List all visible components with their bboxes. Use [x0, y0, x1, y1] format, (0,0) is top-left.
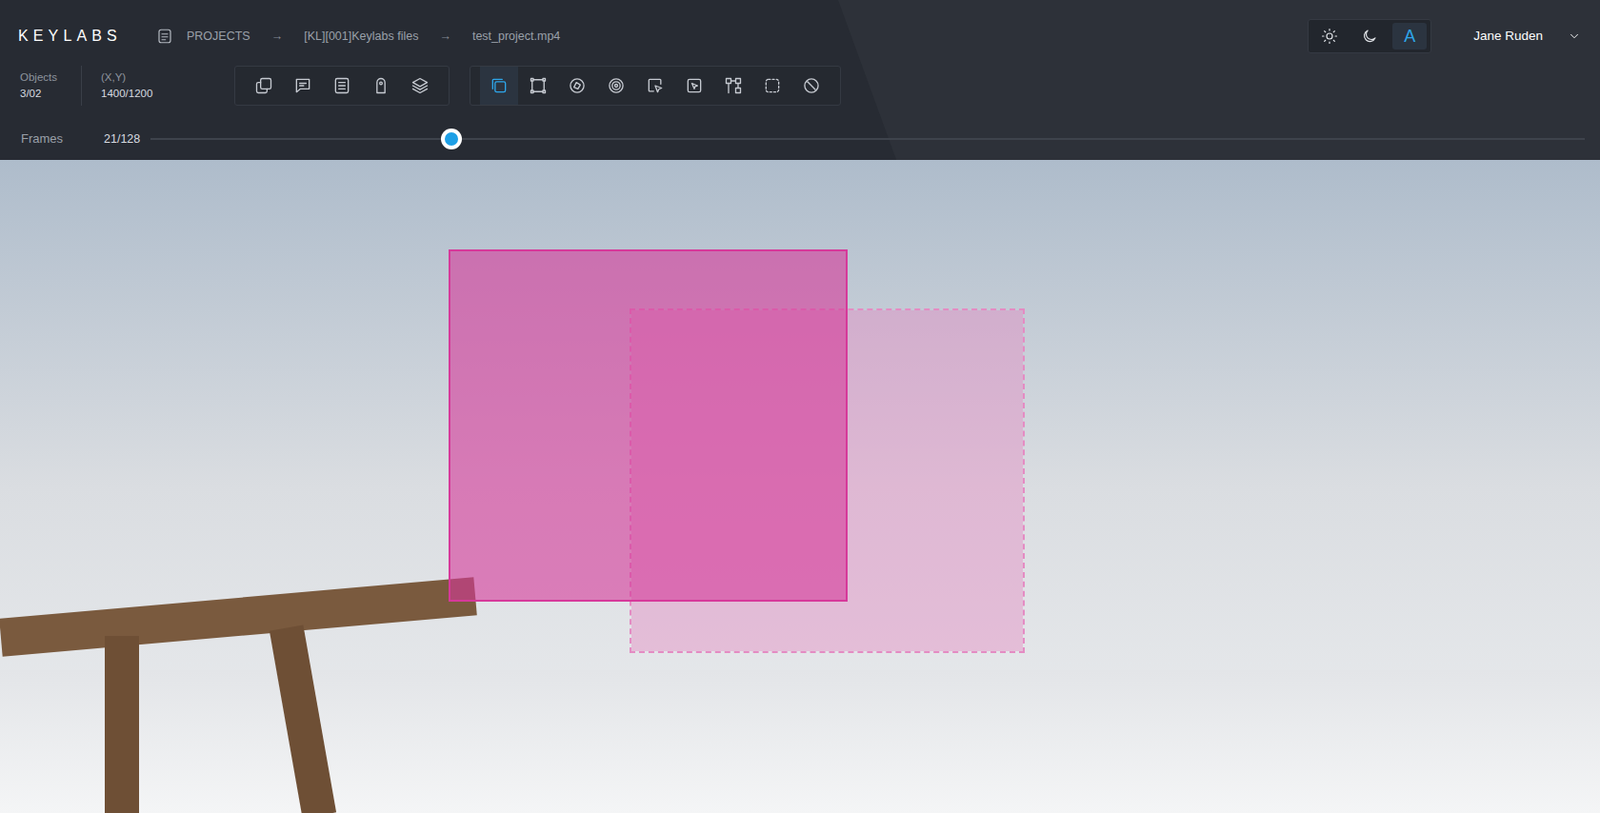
bounding-box[interactable]: [448, 249, 848, 602]
tool-button[interactable]: [480, 66, 519, 105]
frames-row: Frames21/128: [0, 120, 1600, 159]
stat-value: 1400/1200: [100, 88, 235, 100]
chevron-down-icon: [1567, 29, 1581, 43]
skeleton-icon: [723, 76, 743, 96]
bounding-box-fill: [450, 251, 846, 600]
pointer-icon: [645, 76, 665, 96]
tool-button[interactable]: [283, 66, 322, 105]
bbox-icon: [489, 76, 509, 96]
logo: KEYLABS: [18, 24, 157, 48]
tag-icon: [371, 76, 391, 96]
frames-slider[interactable]: [150, 138, 1585, 140]
layers-icon: [410, 76, 430, 96]
moon-icon: [1360, 27, 1379, 45]
comment-icon: [293, 76, 313, 96]
thumb-dot: [444, 132, 459, 146]
list-icon: [332, 76, 352, 96]
frames-label: Frames: [20, 129, 104, 149]
theme-auto-button[interactable]: A: [1392, 22, 1427, 50]
projects-icon: [156, 27, 174, 45]
breadcrumb-item[interactable]: PROJECTS: [186, 27, 251, 46]
tool-button[interactable]: [322, 66, 361, 105]
tool-button[interactable]: [400, 66, 440, 105]
tool-button[interactable]: [361, 66, 400, 105]
stat-value: 3/02: [20, 88, 81, 100]
wooden-rail: [0, 577, 478, 657]
tool-group: [469, 65, 841, 106]
tool-button[interactable]: [714, 66, 753, 105]
stat: (X,Y) 1400/1200: [81, 72, 235, 100]
user-menu[interactable]: Jane Ruden: [1473, 26, 1581, 46]
breadcrumb-separator: →: [431, 27, 460, 46]
tool-button[interactable]: [597, 66, 636, 105]
points-icon: [528, 76, 548, 96]
stat-label: (X,Y): [100, 72, 235, 84]
tool-button[interactable]: [244, 66, 283, 105]
sun-icon: [1320, 27, 1339, 45]
nav-row: KEYLABS PROJECTS → [KL][001]Keylabs files → t…: [0, 19, 1600, 54]
top-bar: KEYLABS PROJECTS → [KL][001]Keylabs files → t…: [0, 0, 1600, 160]
breadcrumb-separator: →: [263, 27, 292, 46]
dashed-icon: [762, 76, 782, 96]
theme-switcher: A: [1307, 19, 1432, 54]
video-frame[interactable]: [0, 160, 1600, 813]
theme-moon-button[interactable]: [1352, 22, 1387, 50]
frames-reading: 21/128: [103, 130, 151, 149]
toolbar-row: Objects 3/02 (X,Y) 1400/1200: [0, 65, 1600, 106]
breadcrumb: PROJECTS → [KL][001]Keylabs files → test_pro…: [156, 27, 560, 46]
theme-sun-button[interactable]: [1312, 22, 1347, 50]
tool-button[interactable]: [792, 66, 831, 105]
user-name: Jane Ruden: [1473, 26, 1543, 46]
tool-button[interactable]: [675, 66, 714, 105]
tool-button[interactable]: [636, 66, 675, 105]
frames-fill: [150, 138, 452, 140]
breadcrumb-item[interactable]: [KL][001]Keylabs files: [303, 27, 419, 46]
stat-label: Objects: [20, 72, 81, 84]
snow-ground: [0, 670, 1600, 813]
header-sheen: [838, 0, 1600, 160]
breadcrumb-item[interactable]: test_project.mp4: [472, 27, 560, 46]
polygon-icon: [567, 76, 587, 96]
wooden-post: [104, 636, 140, 813]
tool-group: [234, 65, 450, 106]
copy-icon: [254, 76, 274, 96]
frames-thumb[interactable]: [440, 128, 462, 150]
tool-button[interactable]: [519, 66, 558, 105]
stat: Objects 3/02: [20, 65, 82, 106]
select-icon: [684, 76, 704, 96]
target-icon: [606, 76, 626, 96]
tool-button[interactable]: [558, 66, 597, 105]
tool-button[interactable]: [753, 66, 792, 105]
erase-icon: [801, 76, 821, 96]
theme-auto-label: A: [1403, 27, 1416, 45]
